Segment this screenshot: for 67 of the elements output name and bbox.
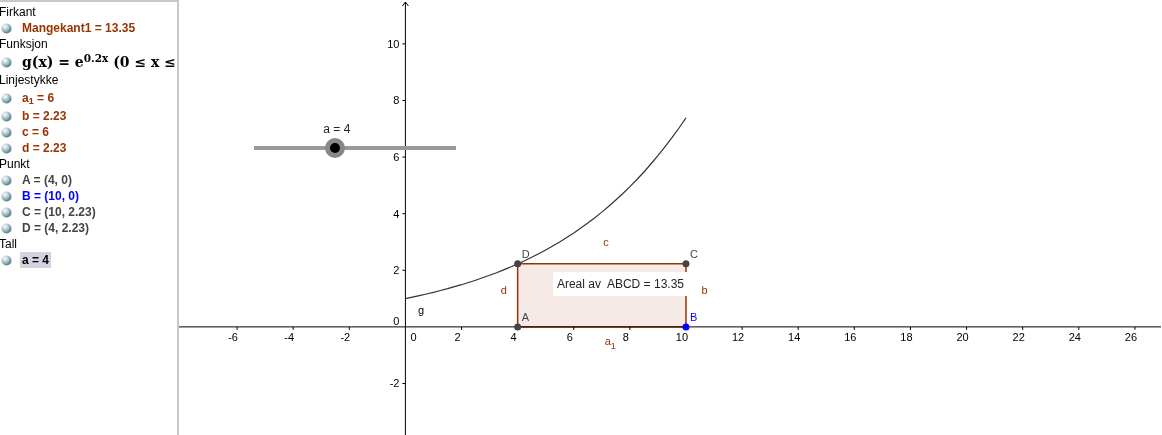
sphere-icon[interactable]	[1, 22, 12, 34]
tick-label: 2	[393, 264, 400, 277]
point-label: C	[690, 247, 698, 260]
sphere-icon[interactable]	[1, 110, 12, 122]
tick-label: 4	[510, 330, 517, 343]
point-label: A	[521, 310, 529, 323]
tick-label: 4	[393, 207, 400, 220]
segment-label: d	[500, 284, 507, 297]
category-heading: Linjestykke	[0, 72, 60, 88]
segment-label: c	[603, 236, 609, 249]
segment-label: b	[701, 284, 708, 297]
point-label: B	[690, 310, 698, 323]
tick-label: 10	[675, 330, 689, 343]
object-entry[interactable]: C = (10, 2.23)	[20, 204, 98, 220]
category-heading: Punkt	[0, 156, 31, 172]
tick-label: 26	[1124, 330, 1138, 343]
object-entry[interactable]: A = (4, 0)	[20, 172, 74, 188]
slider-label: a = 4	[322, 121, 352, 138]
sphere-icon[interactable]	[1, 126, 12, 138]
curve-label: g	[418, 304, 425, 317]
sphere-icon[interactable]	[1, 190, 12, 202]
point-label: D	[521, 247, 530, 260]
sphere-icon[interactable]	[1, 222, 12, 234]
object-entry[interactable]: Mangekant1 = 13.35	[20, 20, 138, 36]
tick-label: -2	[389, 377, 400, 390]
point-marker[interactable]	[514, 260, 522, 268]
tick-label: 18	[900, 330, 913, 343]
tick-label: 8	[622, 330, 629, 343]
tick-label: 8	[393, 94, 400, 107]
object-entry[interactable]: b = 2.23	[20, 108, 69, 124]
object-entry[interactable]: D = (4, 2.23)	[20, 220, 92, 236]
sphere-icon[interactable]	[1, 206, 12, 218]
tick-label: 0	[410, 330, 417, 343]
sphere-icon[interactable]	[1, 92, 12, 104]
tick-label: 16	[844, 330, 857, 343]
object-entry[interactable]: B = (10, 0)	[20, 188, 82, 204]
tick-label: 14	[788, 330, 801, 343]
slider-thumb[interactable]	[324, 138, 345, 158]
tick-label: 20	[956, 330, 969, 343]
tick-label: 22	[1012, 330, 1025, 343]
point-marker[interactable]	[682, 323, 690, 331]
object-entry[interactable]: d = 2.23	[20, 140, 69, 156]
tick-label: 0	[393, 314, 400, 327]
sphere-icon[interactable]	[1, 56, 12, 68]
point-marker[interactable]	[514, 323, 522, 331]
tick-label: -4	[284, 330, 295, 343]
tick-label: -2	[340, 330, 351, 343]
sphere-icon[interactable]	[1, 142, 12, 154]
tick-label: -6	[228, 330, 238, 343]
category-heading: Funksjon	[0, 36, 49, 52]
segment-label: a$_{1}$	[604, 335, 616, 352]
tick-label: 6	[566, 330, 573, 343]
tick-label: 24	[1068, 330, 1081, 343]
sphere-icon[interactable]	[1, 254, 12, 266]
function-entry[interactable]: g(x) = e$^{0.2x}$ (0 ≤ x ≤	[20, 52, 178, 72]
category-heading: Tall	[0, 236, 18, 252]
tick-label: 12	[732, 330, 745, 343]
category-heading: Firkant	[0, 4, 37, 20]
object-entry[interactable]: a = 4	[20, 252, 52, 268]
object-entry[interactable]: c = 6	[20, 124, 52, 140]
object-entry[interactable]: a$_{1}$ = 6	[20, 88, 57, 108]
tick-label: 10	[387, 37, 400, 50]
tick-label: 6	[393, 151, 400, 164]
area-text-box: Areal av ABCD = 13.35	[552, 271, 688, 296]
point-marker[interactable]	[682, 260, 690, 268]
sphere-icon[interactable]	[1, 174, 12, 186]
tick-label: 2	[454, 330, 461, 343]
